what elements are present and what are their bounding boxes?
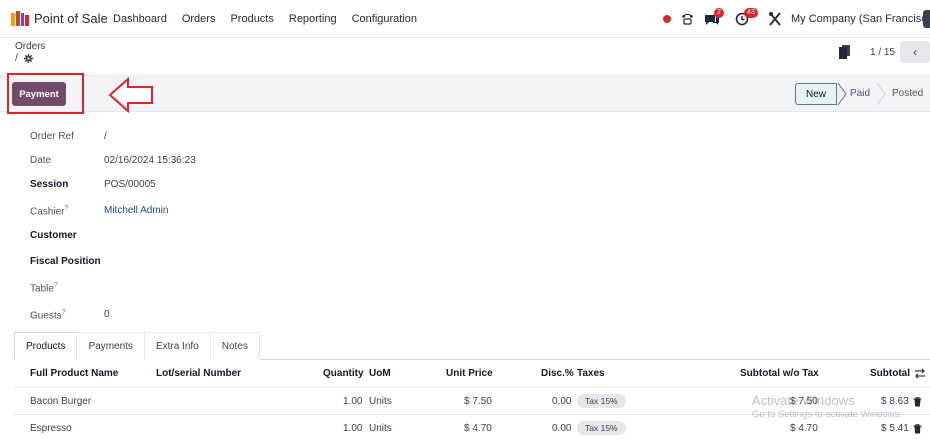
help-tooltip-icon[interactable]: ? (64, 205, 68, 212)
row-subtotal: $ 5.41 (881, 423, 909, 434)
row-unit-price[interactable]: $ 7.50 (464, 396, 492, 407)
customer-label: Customer (30, 230, 77, 241)
phone-icon[interactable] (680, 9, 695, 29)
activation-watermark-text: Go to Settings to activate Windows. (752, 409, 902, 420)
pos-app-icon[interactable] (11, 11, 29, 27)
guests-label-text: Guests (30, 310, 62, 322)
menu-dashboard[interactable]: Dashboard (113, 13, 167, 25)
tax-badge[interactable]: Tax 15% (577, 421, 626, 435)
stage-separator-icon (876, 83, 886, 105)
breadcrumb-current: / (15, 53, 18, 64)
main-menu: Dashboard Orders Products Reporting Conf… (113, 13, 432, 25)
column-header-subtotal[interactable]: Subtotal (870, 368, 910, 379)
highlight-box (7, 73, 84, 114)
row-quantity[interactable]: 1.00 (343, 396, 362, 407)
optional-columns-toggle-icon[interactable] (914, 368, 926, 379)
row-uom[interactable]: Units (369, 423, 392, 434)
column-header-discount[interactable]: Disc.% (541, 368, 574, 379)
row-subtotal: $ 8.63 (881, 396, 909, 407)
chevron-left-icon: ‹ (913, 45, 917, 59)
row-subtotal-wo-tax: $ 4.70 (790, 423, 818, 434)
trash-icon[interactable] (913, 397, 922, 407)
session-value[interactable]: POS/00005 (104, 179, 156, 190)
column-header-uom[interactable]: UoM (369, 368, 391, 379)
row-unit-price[interactable]: $ 4.70 (464, 423, 492, 434)
table-divider (14, 387, 930, 388)
tools-icon[interactable] (768, 9, 782, 29)
table-label: Table? (30, 282, 58, 294)
date-value[interactable]: 02/16/2024 15:36:23 (104, 155, 196, 166)
pager-value[interactable]: 1 / 15 (870, 47, 895, 58)
stage-new[interactable]: New (795, 83, 837, 105)
row-discount[interactable]: 0.00 (552, 423, 571, 434)
menu-configuration[interactable]: Configuration (352, 13, 417, 25)
tax-badge[interactable]: Tax 15% (577, 394, 626, 408)
table-label-text: Table (30, 283, 54, 295)
top-navbar: Point of Sale Dashboard Orders Products … (0, 0, 930, 38)
activities-badge: 43 (744, 8, 758, 18)
guests-value[interactable]: 0 (104, 309, 110, 320)
row-discount[interactable]: 0.00 (552, 396, 571, 407)
column-header-unit-price[interactable]: Unit Price (446, 368, 493, 379)
column-header-subtotal-wo-tax[interactable]: Subtotal w/o Tax (740, 368, 819, 379)
tab-notes[interactable]: Notes (209, 332, 260, 360)
notebook-tabs: Products Payments Extra Info Notes (14, 332, 930, 360)
pager-previous-button[interactable]: ‹ (900, 41, 930, 63)
order-ref-value: / (104, 131, 107, 142)
cashier-value[interactable]: Mitchell Admin (104, 205, 168, 216)
activation-watermark-title: Activate Windows (752, 393, 855, 408)
help-tooltip-icon[interactable]: ? (54, 282, 58, 289)
app-name[interactable]: Point of Sale (34, 11, 108, 26)
guests-label: Guests? (30, 309, 66, 321)
cashier-label-text: Cashier (30, 206, 65, 218)
column-header-quantity[interactable]: Quantity (323, 368, 364, 379)
breadcrumb-orders[interactable]: Orders (15, 41, 46, 52)
tab-payments[interactable]: Payments (76, 332, 145, 360)
stage-posted[interactable]: Posted (892, 88, 923, 99)
messages-badge: 2 (714, 8, 724, 18)
pointer-arrow-icon (108, 77, 153, 113)
order-ref-label: Order Ref (30, 131, 74, 142)
column-header-taxes[interactable]: Taxes (577, 368, 605, 379)
session-label: Session (30, 179, 69, 190)
user-avatar[interactable] (923, 10, 930, 28)
fiscal-position-label: Fiscal Position (30, 256, 101, 267)
company-switcher[interactable]: My Company (San Francisco) (791, 13, 930, 25)
date-label: Date (30, 155, 52, 166)
column-header-product[interactable]: Full Product Name (30, 368, 118, 379)
stage-separator-icon (838, 83, 847, 105)
menu-orders[interactable]: Orders (182, 13, 216, 25)
column-header-lot[interactable]: Lot/serial Number (156, 368, 241, 379)
gear-icon[interactable] (24, 54, 33, 63)
recording-indicator-icon[interactable] (663, 15, 671, 23)
menu-reporting[interactable]: Reporting (289, 13, 337, 25)
row-product[interactable]: Bacon Burger (30, 396, 91, 407)
stage-paid[interactable]: Paid (850, 88, 870, 99)
row-uom[interactable]: Units (369, 396, 392, 407)
bookmark-icon[interactable] (839, 45, 851, 59)
trash-icon[interactable] (913, 424, 922, 434)
row-product[interactable]: Espresso (30, 423, 72, 434)
menu-products[interactable]: Products (230, 13, 273, 25)
tab-products[interactable]: Products (14, 332, 78, 360)
tab-extra-info[interactable]: Extra Info (143, 332, 211, 360)
help-tooltip-icon[interactable]: ? (62, 309, 66, 316)
row-quantity[interactable]: 1.00 (343, 423, 362, 434)
cashier-label: Cashier? (30, 205, 68, 217)
